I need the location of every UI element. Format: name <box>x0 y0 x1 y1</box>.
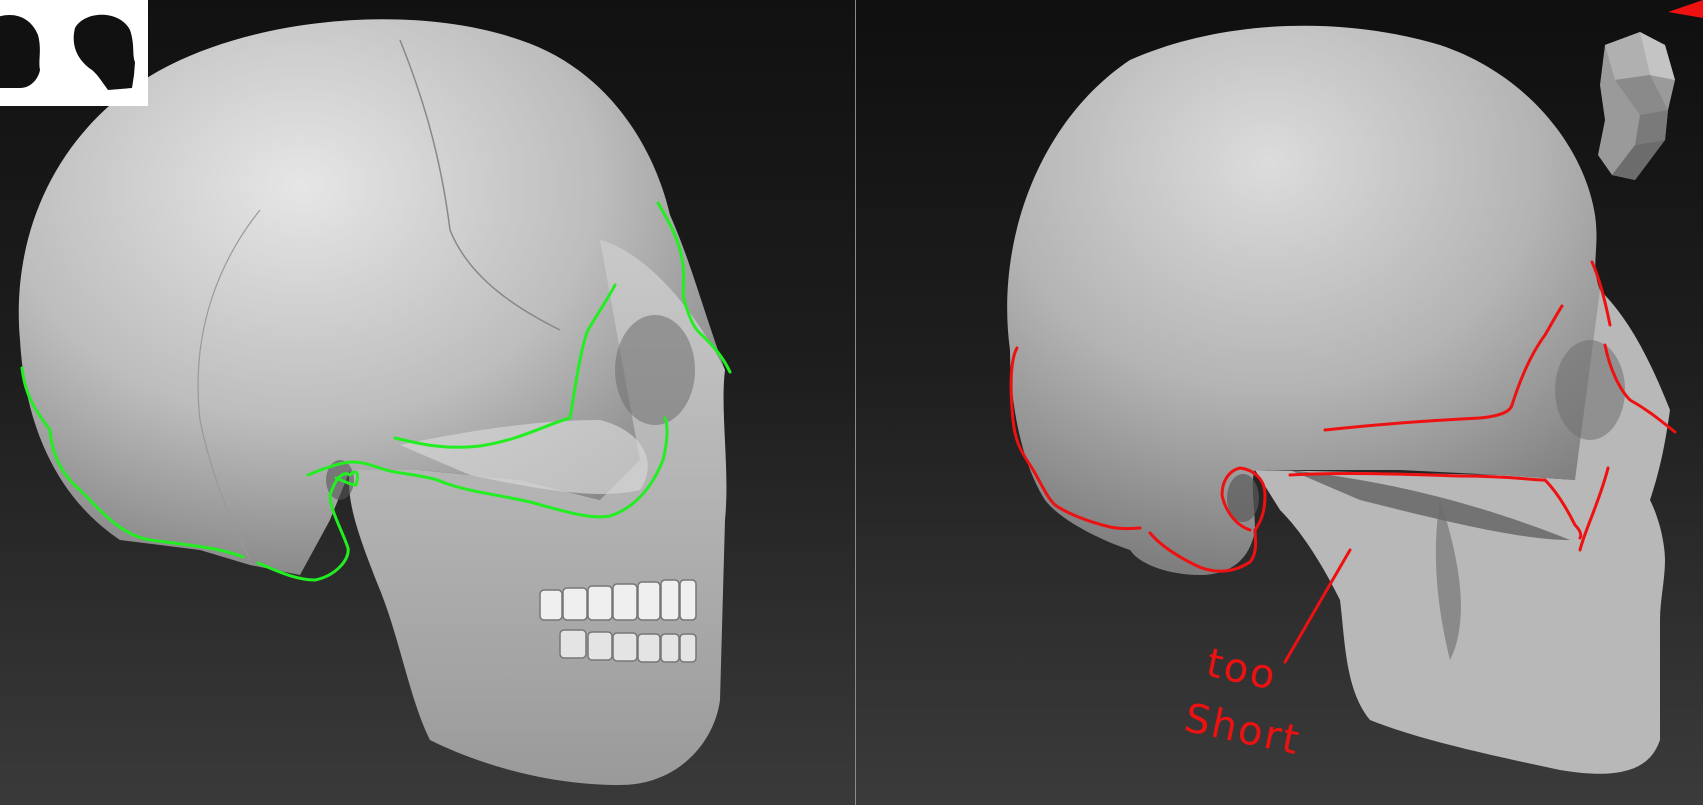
sculpted-skull <box>1007 25 1670 774</box>
skull-thumbnail-panel <box>0 0 148 106</box>
sculpted-orbit <box>1555 340 1625 440</box>
skull-silhouette-icon[interactable] <box>0 0 148 106</box>
reference-lower-teeth <box>559 629 697 663</box>
reference-skull <box>18 19 727 785</box>
viewport-artwork <box>18 19 1677 785</box>
reference-orbit <box>615 315 695 425</box>
